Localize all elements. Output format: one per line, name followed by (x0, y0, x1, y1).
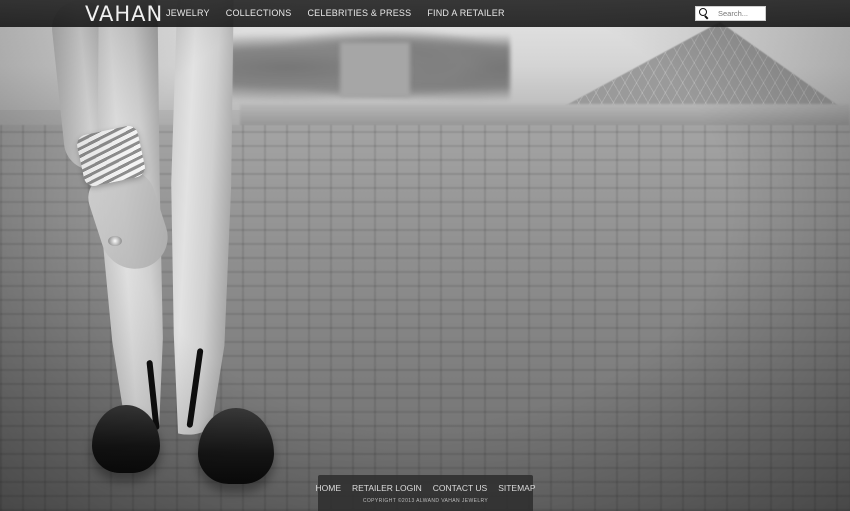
nav-item-collections[interactable]: COLLECTIONS (218, 0, 300, 27)
hero-background-image (0, 0, 850, 511)
footer: HOME RETAILER LOGIN CONTACT US SITEMAP C… (315, 475, 536, 511)
footer-link-contact-us[interactable]: CONTACT US (433, 483, 487, 493)
footer-links: HOME RETAILER LOGIN CONTACT US SITEMAP (315, 482, 535, 494)
nav-item-jewelry[interactable]: JEWELRY (166, 0, 218, 27)
search-input[interactable] (710, 8, 766, 19)
nav-item-find-a-retailer[interactable]: FIND A RETAILER (419, 0, 512, 27)
footer-link-retailer-login[interactable]: RETAILER LOGIN (352, 483, 422, 493)
logo[interactable]: VAHAN (85, 1, 163, 27)
search-box (695, 6, 766, 21)
main-nav: JEWELRY COLLECTIONS CELEBRITIES & PRESS … (166, 0, 513, 27)
footer-copyright: COPYRIGHT ©2013 ALWAND VAHAN JEWELRY (362, 498, 489, 504)
search-icon[interactable] (696, 7, 710, 20)
page: VAHAN JEWELRY COLLECTIONS CELEBRITIES & … (0, 0, 850, 511)
footer-link-home[interactable]: HOME (315, 483, 341, 493)
hero-vignette (0, 0, 850, 511)
header-bar: VAHAN JEWELRY COLLECTIONS CELEBRITIES & … (0, 0, 850, 27)
footer-link-sitemap[interactable]: SITEMAP (498, 483, 535, 493)
nav-item-celebrities-press[interactable]: CELEBRITIES & PRESS (299, 0, 419, 27)
